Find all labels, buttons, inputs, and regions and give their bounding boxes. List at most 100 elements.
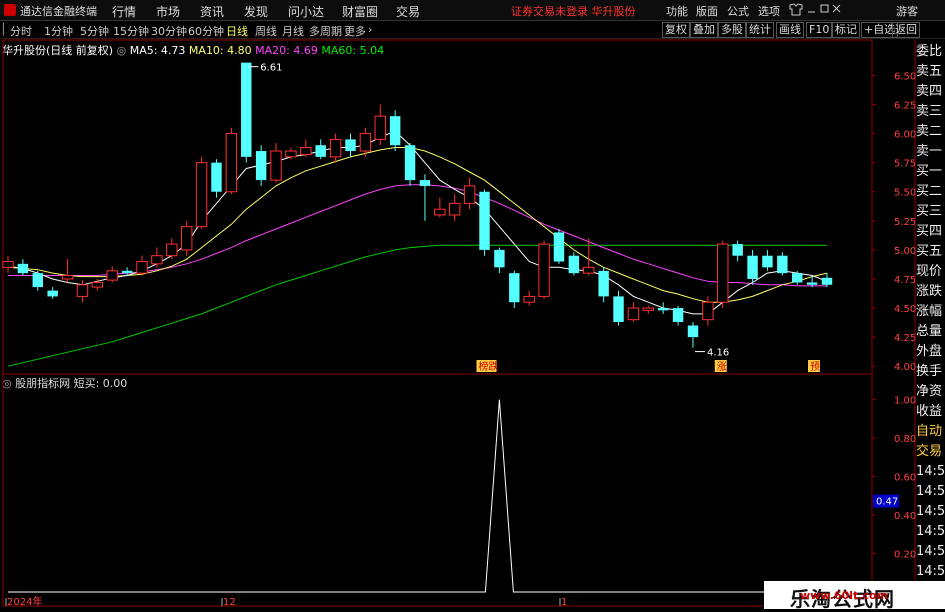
candlestick xyxy=(598,267,609,303)
side-panel-item: 14:56 xyxy=(916,524,945,539)
side-panel-item: 买四 xyxy=(916,224,943,239)
candlestick xyxy=(136,255,148,276)
side-panel-item: 14:56 xyxy=(916,564,945,579)
signal-label: 涨 xyxy=(717,361,727,373)
candlestick xyxy=(494,247,505,274)
side-panel-item: 外盘 xyxy=(916,344,943,359)
price-axis-label: 6.50 xyxy=(894,71,916,82)
candlestick xyxy=(329,133,342,163)
candlestick xyxy=(166,238,178,260)
candlestick xyxy=(374,104,386,146)
candlestick xyxy=(345,133,356,157)
candlestick xyxy=(672,305,684,326)
side-panel-item: 卖四 xyxy=(916,84,943,99)
side-panel-item: 收益 xyxy=(916,404,943,419)
candlestick xyxy=(241,62,252,163)
side-panel-item: 14:56 xyxy=(916,504,945,519)
candlestick xyxy=(523,290,535,306)
side-panel-item: 买二 xyxy=(916,184,943,199)
side-panel-item: 现价 xyxy=(916,264,943,279)
side-panel-item: 涨跌 xyxy=(916,284,943,299)
side-panel-item: 14:56 xyxy=(916,464,945,479)
price-axis-label: 6.00 xyxy=(894,130,916,141)
candlestick xyxy=(538,240,550,299)
indicator-axis-label: 0.80 xyxy=(894,434,916,445)
ma5-line xyxy=(7,130,828,315)
side-panel-item: 卖三 xyxy=(916,104,943,119)
candlestick xyxy=(613,290,624,326)
candlestick xyxy=(509,270,520,309)
watermark-url: www.60lt.com xyxy=(800,589,889,602)
side-panel-item: 卖五 xyxy=(916,64,943,79)
indicator-axis-label: 0.40 xyxy=(894,511,916,522)
price-axis-label: 5.50 xyxy=(894,188,916,199)
side-panel-item: 买五 xyxy=(916,244,943,259)
price-axis-label: 6.25 xyxy=(894,101,916,112)
side-panel-item: 卖二 xyxy=(916,124,943,139)
candlestick xyxy=(315,139,326,160)
candlestick xyxy=(657,302,669,314)
side-panel-item: 14:56 xyxy=(916,544,945,559)
indicator-axis-label: 1.00 xyxy=(894,396,916,407)
candlestick xyxy=(2,255,14,274)
side-panel-item: 净资 xyxy=(916,384,943,399)
side-panel-item: 涨幅 xyxy=(916,304,943,319)
ma20-line xyxy=(8,184,827,287)
candlestick xyxy=(61,259,74,283)
side-panel-item: 卖一 xyxy=(916,144,943,159)
indicator-pane-frame xyxy=(2,373,873,607)
candlestick xyxy=(195,156,208,229)
candlestick xyxy=(687,321,699,348)
indicator-axis-label: 0.20 xyxy=(894,550,916,561)
date-axis-label: 1 xyxy=(561,597,567,608)
candlestick xyxy=(151,247,163,268)
signal-label: 榜跌 xyxy=(479,360,499,373)
price-axis-label: 4.25 xyxy=(894,333,916,344)
indicator-axis-label: 0.60 xyxy=(894,473,916,484)
price-pane-frame xyxy=(2,39,873,375)
candlestick xyxy=(463,177,476,210)
quote-side-panel: 委比 卖五 卖四 卖三 卖二 卖一 买一 买二 买三 买四 买五 现价 涨跌 涨幅 总量 外盘 换手 净资 收益 自动… xyxy=(916,42,945,609)
candlestick xyxy=(404,142,416,186)
candlestick xyxy=(717,240,729,309)
candlestick xyxy=(270,142,282,183)
candlestick xyxy=(211,159,222,198)
side-panel-item: 委比 xyxy=(916,44,943,59)
price-axis-label: 5.25 xyxy=(894,217,916,228)
candlestick xyxy=(180,220,193,256)
candlestick xyxy=(777,252,788,276)
side-panel-item: 买一 xyxy=(916,164,943,179)
candlestick xyxy=(106,266,118,283)
candlestick xyxy=(568,252,580,276)
price-axis-label: 5.00 xyxy=(894,246,916,257)
price-axis-label: 4.00 xyxy=(894,362,916,373)
candlestick xyxy=(255,145,267,186)
kline-chart[interactable]: 6.50 6.25 6.00 5.75 5.50 5.25 5.00 4.75 4.50 4.25… xyxy=(0,0,945,609)
side-panel-item: 总量 xyxy=(916,324,943,339)
high-price-label: 6.61 xyxy=(260,63,282,74)
price-axis-label: 4.75 xyxy=(894,275,916,286)
candlestick xyxy=(285,147,297,160)
candlestick xyxy=(732,240,743,262)
candlestick xyxy=(32,270,43,291)
candlestick xyxy=(627,302,640,322)
side-panel-item: 14:56 xyxy=(916,484,945,499)
candlestick xyxy=(419,174,431,221)
candlestick xyxy=(300,139,312,157)
side-panel-item: 交易 xyxy=(916,444,943,459)
candlestick xyxy=(389,110,401,152)
candlestick xyxy=(225,127,238,195)
low-price-label: 4.16 xyxy=(707,348,729,359)
candlestick xyxy=(747,249,758,285)
candlestick xyxy=(449,194,461,221)
indicator-line xyxy=(8,399,827,593)
date-axis-label: 2024年 xyxy=(7,595,42,608)
side-panel-item: 买三 xyxy=(916,204,943,219)
candlestick xyxy=(434,197,446,218)
ma10-line xyxy=(7,147,828,303)
side-panel-item: 自动 xyxy=(916,424,943,439)
candlestick xyxy=(762,249,773,271)
candlestick xyxy=(702,296,714,326)
candlestick xyxy=(553,228,565,264)
candlestick xyxy=(47,287,58,299)
